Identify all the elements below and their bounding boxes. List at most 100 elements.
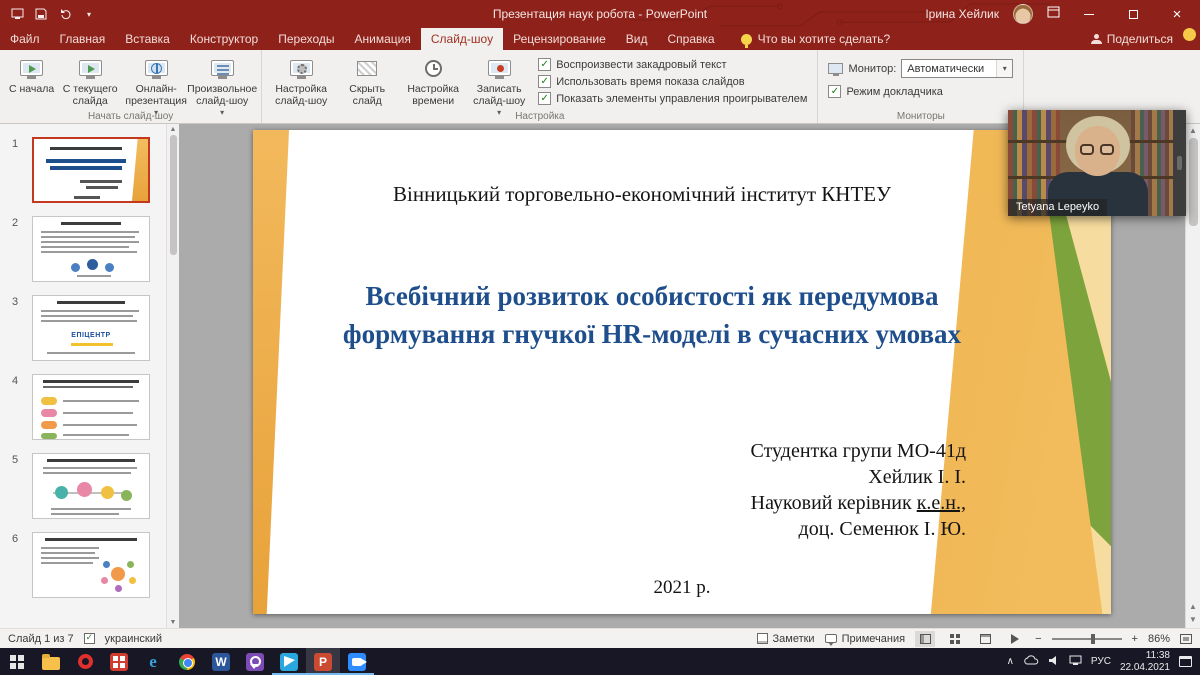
- undo-icon[interactable]: [58, 7, 72, 21]
- slide-editor[interactable]: Вінницький торговельно-економічний інсти…: [253, 130, 1111, 614]
- slide-sorter-view-button[interactable]: [945, 631, 965, 647]
- setup-slideshow-button[interactable]: Настройка слайд-шоу: [268, 53, 334, 109]
- previous-slide-icon[interactable]: ▲: [1189, 602, 1197, 611]
- network-icon[interactable]: [1069, 655, 1082, 668]
- chrome-icon[interactable]: [170, 648, 204, 675]
- slide-institute-text[interactable]: Вінницький торговельно-економічний інсти…: [293, 182, 991, 207]
- customize-quick-access-icon[interactable]: ▾: [82, 7, 96, 21]
- scroll-up-icon[interactable]: ▲: [1189, 126, 1197, 135]
- notes-icon: [757, 633, 768, 644]
- slide-counter[interactable]: Слайд 1 из 7: [8, 633, 74, 645]
- slide-title-text[interactable]: Всебічний розвиток особистості як переду…: [293, 278, 1011, 354]
- tab-insert[interactable]: Вставка: [115, 28, 180, 50]
- rehearse-timings-button[interactable]: Настройка времени: [400, 53, 466, 109]
- checkbox-show-media-controls[interactable]: ✓ Показать элементы управления проигрыва…: [538, 92, 807, 105]
- webcam-side-strip[interactable]: [1173, 110, 1186, 216]
- online-presentation-button[interactable]: Онлайн-презентация ▾: [123, 53, 189, 119]
- presentation-icon[interactable]: [10, 7, 24, 21]
- slide-thumbnail-5[interactable]: 5: [32, 453, 150, 519]
- share-button[interactable]: Поделиться: [1091, 28, 1183, 50]
- reading-view-button[interactable]: [975, 631, 995, 647]
- tab-transitions[interactable]: Переходы: [268, 28, 344, 50]
- zoom-icon[interactable]: [340, 648, 374, 675]
- zoom-out-button[interactable]: −: [1035, 633, 1041, 645]
- tray-chevron-icon[interactable]: ∧: [1007, 656, 1014, 667]
- checkbox-checked-icon: ✓: [538, 58, 551, 71]
- tell-me-box[interactable]: Что вы хотите сделать?: [741, 28, 891, 50]
- thumbnail-scrollbar[interactable]: ▲ ▼: [166, 124, 179, 628]
- speaker-icon[interactable]: [1048, 655, 1060, 669]
- monitor-label: Монитор:: [848, 63, 896, 75]
- monitor-icon: [828, 63, 843, 74]
- slide-number: 4: [12, 375, 18, 387]
- vertical-scrollbar[interactable]: ▲ ▲ ▼: [1185, 124, 1200, 628]
- tab-home[interactable]: Главная: [50, 28, 116, 50]
- tab-review[interactable]: Рецензирование: [503, 28, 616, 50]
- maximize-button[interactable]: [1118, 0, 1148, 28]
- hide-slide-button[interactable]: Скрыть слайд: [334, 53, 400, 109]
- next-slide-icon[interactable]: ▼: [1189, 615, 1197, 624]
- record-slideshow-button[interactable]: Записать слайд-шоу ▾: [466, 53, 532, 119]
- start-button[interactable]: [0, 648, 34, 675]
- language-button[interactable]: украинский: [105, 633, 162, 645]
- action-center-icon[interactable]: [1179, 656, 1192, 667]
- telegram-icon[interactable]: [272, 648, 306, 675]
- ribbon-display-options-icon[interactable]: [1047, 5, 1060, 23]
- checkbox-use-timings[interactable]: ✓ Использовать время показа слайдов: [538, 75, 807, 88]
- zoom-in-button[interactable]: +: [1132, 633, 1138, 645]
- opera-icon[interactable]: [68, 648, 102, 675]
- tab-animations[interactable]: Анимация: [345, 28, 421, 50]
- monitor-dropdown[interactable]: Автоматически ▾: [901, 59, 1013, 78]
- webcam-overlay[interactable]: Tetyana Lepeyko: [1008, 110, 1186, 216]
- slide-thumbnail-3[interactable]: 3 ЕПІЦЕНТР: [32, 295, 150, 361]
- scrollbar-thumb[interactable]: [1189, 138, 1198, 226]
- file-explorer-icon[interactable]: [34, 648, 68, 675]
- word-icon[interactable]: W: [204, 648, 238, 675]
- clock-icon: [425, 55, 442, 81]
- spell-check-icon[interactable]: [84, 633, 95, 644]
- checkbox-presenter-view[interactable]: ✓ Режим докладчика: [828, 85, 1013, 98]
- user-avatar[interactable]: [1013, 4, 1033, 24]
- taskbar-clock[interactable]: 11:38 22.04.2021: [1120, 650, 1170, 674]
- save-icon[interactable]: [34, 7, 48, 21]
- custom-slideshow-button[interactable]: Произвольное слайд-шоу ▾: [189, 53, 255, 119]
- tab-slideshow[interactable]: Слайд-шоу: [421, 28, 503, 50]
- participant-name-label: Tetyana Lepeyko: [1008, 199, 1107, 216]
- slide-thumbnail-4[interactable]: 4: [32, 374, 150, 440]
- slide-thumbnail-2[interactable]: 2: [32, 216, 150, 282]
- tab-view[interactable]: Вид: [616, 28, 658, 50]
- powerpoint-icon[interactable]: P: [306, 648, 340, 675]
- viber-icon[interactable]: [238, 648, 272, 675]
- zoom-slider[interactable]: [1052, 638, 1122, 640]
- scroll-down-icon[interactable]: ▼: [170, 619, 177, 626]
- group-label: Настройка: [262, 111, 817, 122]
- zoom-slider-thumb[interactable]: [1091, 634, 1095, 644]
- tab-design[interactable]: Конструктор: [180, 28, 268, 50]
- normal-view-button[interactable]: [915, 631, 935, 647]
- slide-author-block[interactable]: Студентка групи МО-41д Хейлик І. І. Наук…: [751, 438, 967, 542]
- red-app-icon[interactable]: [102, 648, 136, 675]
- onedrive-cloud-icon[interactable]: [1023, 655, 1039, 668]
- keyboard-language[interactable]: РУС: [1091, 656, 1111, 667]
- slide-year-text[interactable]: 2021 р.: [253, 577, 1111, 599]
- minimize-button[interactable]: [1074, 0, 1104, 28]
- slide-thumbnail-6[interactable]: 6: [32, 532, 150, 598]
- scrollbar-thumb[interactable]: [170, 135, 177, 255]
- slide-thumbnail-1[interactable]: 1: [32, 137, 150, 203]
- from-current-slide-button[interactable]: С текущего слайда: [57, 53, 123, 109]
- tab-help[interactable]: Справка: [657, 28, 724, 50]
- checkbox-play-narrations[interactable]: ✓ Воспроизвести закадровый текст: [538, 58, 807, 71]
- edge-icon[interactable]: e: [136, 648, 170, 675]
- share-person-icon: [1091, 34, 1101, 44]
- tab-file[interactable]: Файл: [0, 28, 50, 50]
- from-beginning-button[interactable]: С начала: [6, 53, 57, 97]
- fit-to-window-icon[interactable]: [1180, 634, 1192, 644]
- scroll-up-icon[interactable]: ▲: [170, 126, 177, 133]
- close-button[interactable]: ×: [1162, 0, 1192, 28]
- feedback-smiley-icon[interactable]: [1183, 28, 1196, 41]
- notes-button[interactable]: Заметки: [757, 633, 815, 645]
- globe-monitor-icon: [145, 55, 168, 81]
- comments-button[interactable]: Примечания: [825, 633, 906, 645]
- zoom-level[interactable]: 86%: [1148, 633, 1170, 645]
- slideshow-view-button[interactable]: [1005, 631, 1025, 647]
